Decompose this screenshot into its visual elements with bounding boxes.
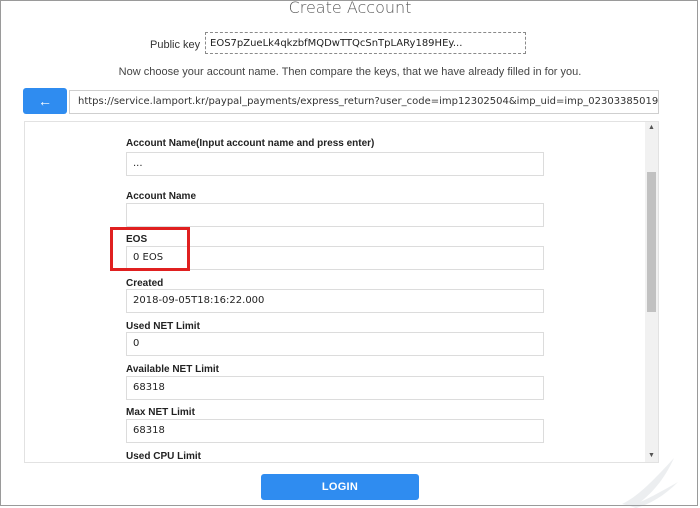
- created-label: Created: [126, 278, 164, 289]
- account-name-input-label: Account Name(Input account name and pres…: [126, 138, 375, 149]
- page-title: Create Account: [288, 0, 412, 17]
- public-key-field[interactable]: EOS7pZueLk4qkzbfMQDwTTQcSnTpLARy189HEy..…: [205, 32, 526, 54]
- login-button[interactable]: LOGIN: [261, 474, 419, 500]
- used-net-limit-field[interactable]: 0: [126, 332, 544, 356]
- available-net-limit-field[interactable]: 68318: [126, 376, 544, 400]
- watermark-logo: [622, 458, 678, 508]
- back-button[interactable]: ←: [23, 88, 67, 114]
- instruction-text: Now choose your account name. Then compa…: [118, 66, 582, 78]
- account-form-panel: Account Name(Input account name and pres…: [24, 121, 659, 463]
- eos-highlight-box: [110, 227, 190, 271]
- vertical-scrollbar[interactable]: ▲ ▼: [645, 122, 658, 462]
- account-name-label: Account Name: [126, 191, 197, 202]
- scrollbar-thumb[interactable]: [647, 172, 656, 312]
- url-bar[interactable]: https://service.lamport.kr/paypal_paymen…: [69, 90, 659, 114]
- available-net-limit-label: Available NET Limit: [126, 364, 219, 375]
- scroll-up-arrow-icon[interactable]: ▲: [645, 122, 658, 134]
- public-key-label: Public key: [150, 39, 201, 51]
- account-name-input[interactable]: ...: [126, 152, 544, 176]
- account-name-field[interactable]: [126, 203, 544, 227]
- arrow-left-icon: ←: [38, 93, 52, 109]
- max-net-limit-label: Max NET Limit: [126, 407, 195, 418]
- created-field[interactable]: 2018-09-05T18:16:22.000: [126, 289, 544, 313]
- used-cpu-limit-label: Used CPU Limit: [126, 451, 202, 462]
- used-net-limit-label: Used NET Limit: [126, 321, 200, 332]
- max-net-limit-field[interactable]: 68318: [126, 419, 544, 443]
